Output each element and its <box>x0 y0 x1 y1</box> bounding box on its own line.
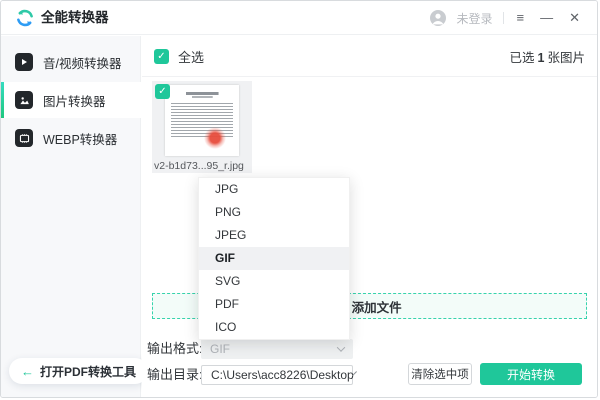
titlebar: 全能转换器 未登录 ≡ — ✕ <box>1 1 597 35</box>
close-icon[interactable]: ✕ <box>566 1 583 35</box>
output-directory-label: 输出目录: <box>147 367 203 382</box>
user-avatar-icon[interactable] <box>430 10 447 26</box>
open-pdf-tool-button[interactable]: ← 打开PDF转换工具 <box>9 358 149 384</box>
app-window: 全能转换器 未登录 ≡ — ✕ 音/视频转换器 图片转换器 WEBP转换器 ← … <box>0 0 598 398</box>
open-pdf-tool-label: 打开PDF转换工具 <box>40 364 137 379</box>
output-directory-select[interactable]: C:\Users\acc8226\Desktop <box>201 365 357 385</box>
output-format-label: 输出格式: <box>147 341 203 356</box>
document-preview <box>165 85 239 156</box>
start-convert-button[interactable]: 开始转换 <box>480 363 582 385</box>
login-status-label[interactable]: 未登录 <box>456 10 492 27</box>
back-arrow-icon: ← <box>21 363 34 379</box>
image-icon <box>15 91 33 109</box>
dropdown-option-jpeg[interactable]: JPEG <box>199 224 349 247</box>
video-icon <box>15 53 33 71</box>
titlebar-divider <box>502 12 504 24</box>
sidebar-item-image-converter[interactable]: 图片转换器 <box>1 82 141 118</box>
sidebar-item-webp-converter[interactable]: WEBP转换器 <box>1 120 141 156</box>
titlebar-controls: 未登录 ≡ — ✕ <box>430 1 583 35</box>
dropdown-option-svg[interactable]: SVG <box>199 270 349 293</box>
webp-film-icon <box>15 129 33 147</box>
menu-icon[interactable]: ≡ <box>514 1 528 35</box>
app-title: 全能转换器 <box>41 10 109 25</box>
file-name: v2-b1d73...95_r.jpg <box>154 160 244 172</box>
sidebar-item-label: 音/视频转换器 <box>43 56 122 71</box>
sidebar: 音/视频转换器 图片转换器 WEBP转换器 ← 打开PDF转换工具 <box>1 36 149 397</box>
file-thumbnail-card[interactable]: ✓ v2-b1d73...95_r.jpg <box>152 81 252 173</box>
dropdown-option-jpg[interactable]: JPG <box>199 178 349 201</box>
format-dropdown-menu: JPG PNG JPEG GIF SVG PDF ICO <box>198 177 350 340</box>
dropdown-option-gif[interactable]: GIF <box>199 247 349 270</box>
app-logo-icon <box>17 9 33 27</box>
dropdown-option-ico[interactable]: ICO <box>199 316 349 339</box>
select-all-checkbox[interactable]: ✓ <box>154 48 169 64</box>
chevron-down-icon <box>336 343 346 352</box>
output-format-value: GIF <box>210 342 230 356</box>
sidebar-item-label: 图片转换器 <box>43 94 106 109</box>
output-format-select[interactable]: GIF <box>201 339 353 359</box>
dropdown-option-png[interactable]: PNG <box>199 201 349 224</box>
selection-toolbar: ✓ 全选 已选 1 张图片 <box>142 36 597 77</box>
minimize-icon[interactable]: — <box>537 1 556 35</box>
select-all-label: 全选 <box>178 49 205 65</box>
selected-count-text: 已选 1 张图片 <box>509 50 585 65</box>
file-checkbox[interactable]: ✓ <box>155 84 170 99</box>
sidebar-item-audio-video-converter[interactable]: 音/视频转换器 <box>1 44 141 80</box>
selected-count-number: 1 <box>537 50 545 65</box>
add-files-label: 添加文件 <box>351 300 402 315</box>
dropdown-option-pdf[interactable]: PDF <box>199 293 349 316</box>
clear-selected-button[interactable]: 清除选中项 <box>408 363 472 385</box>
output-directory-value: C:\Users\acc8226\Desktop <box>211 368 354 382</box>
sidebar-item-label: WEBP转换器 <box>43 132 118 147</box>
